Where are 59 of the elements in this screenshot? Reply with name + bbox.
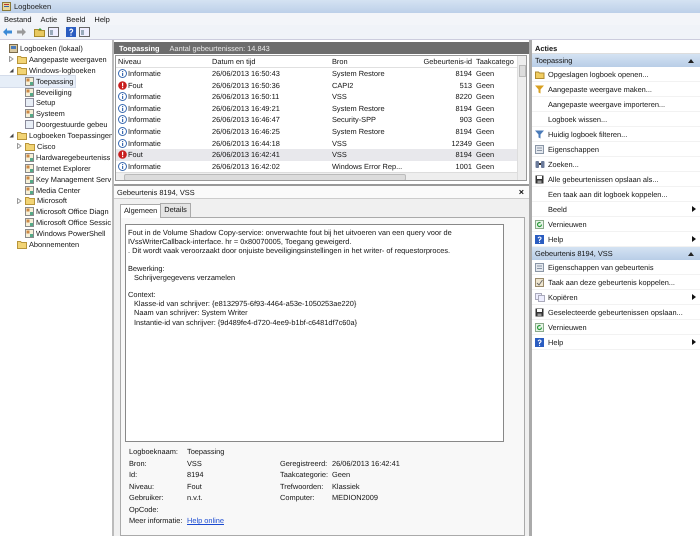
- log-icon: [25, 88, 34, 96]
- log-icon: [25, 186, 34, 195]
- log-icon: [25, 164, 34, 173]
- expanded-arrow-icon[interactable]: [9, 133, 14, 138]
- log-icon: [2, 2, 11, 11]
- log-icon: [25, 76, 34, 86]
- collapse-arrow-icon[interactable]: [688, 58, 694, 62]
- panel-icon[interactable]: [48, 27, 59, 37]
- submenu-arrow-icon: [692, 294, 696, 300]
- close-button[interactable]: ×: [518, 187, 524, 197]
- collapsed-arrow-icon[interactable]: [17, 143, 22, 150]
- panel-icon[interactable]: [79, 27, 90, 37]
- log-icon: [25, 207, 34, 216]
- info-icon: [118, 92, 127, 102]
- info-icon: [118, 104, 127, 113]
- collapsed-arrow-icon[interactable]: [17, 198, 22, 204]
- properties-icon: [535, 144, 544, 154]
- expanded-arrow-icon[interactable]: [9, 68, 14, 73]
- refresh-icon: [535, 322, 544, 332]
- info-icon: [118, 69, 127, 78]
- collapsed-arrow-icon[interactable]: [9, 56, 14, 62]
- help-icon: [535, 234, 544, 244]
- log-icon: [25, 174, 34, 184]
- properties-icon: [535, 262, 544, 272]
- folder-icon[interactable]: [34, 27, 45, 37]
- help-icon[interactable]: [66, 27, 76, 37]
- log-icon: [25, 229, 34, 238]
- collapse-arrow-icon[interactable]: [688, 252, 694, 256]
- vertical-scrollbar[interactable]: [517, 56, 526, 180]
- blank-log-icon: [25, 120, 34, 130]
- info-icon: [118, 162, 127, 171]
- info-icon: [118, 138, 127, 148]
- error-icon: [118, 80, 127, 90]
- forward-arrow-icon[interactable]: [16, 27, 27, 37]
- submenu-arrow-icon: [692, 236, 696, 242]
- filter-icon: [535, 84, 544, 94]
- folder-icon: [535, 70, 545, 78]
- log-icon: [25, 218, 34, 228]
- log-icon: [25, 109, 34, 118]
- copy-icon: [535, 292, 545, 302]
- info-icon: [118, 115, 127, 124]
- binoculars-icon: [535, 160, 545, 168]
- task-icon: [535, 278, 544, 286]
- filter-icon: [535, 130, 544, 138]
- computer-icon: [9, 44, 18, 53]
- submenu-arrow-icon: [692, 206, 696, 212]
- save-icon: [535, 308, 544, 316]
- log-icon: [25, 152, 34, 162]
- submenu-arrow-icon: [692, 339, 696, 345]
- horizontal-scrollbar[interactable]: [116, 172, 517, 180]
- blank-log-icon: [25, 98, 34, 108]
- folder-icon: [25, 196, 35, 206]
- refresh-icon: [535, 220, 544, 228]
- help-icon: [535, 338, 544, 346]
- save-icon: [535, 174, 544, 184]
- folder-icon: [17, 240, 27, 249]
- info-icon: [118, 127, 127, 136]
- error-icon: [118, 150, 127, 160]
- back-arrow-icon[interactable]: [2, 27, 13, 37]
